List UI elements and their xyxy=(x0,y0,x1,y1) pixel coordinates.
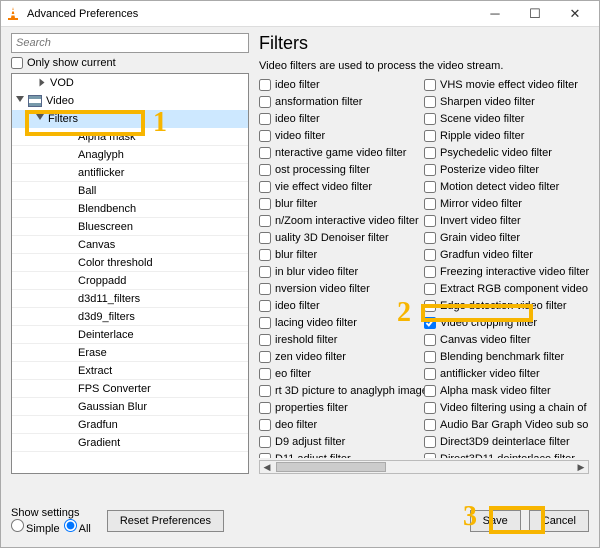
filter-checkbox[interactable]: Gradfun video filter xyxy=(424,246,589,263)
scroll-left-arrow[interactable]: ◀ xyxy=(260,461,274,473)
tree-item[interactable]: d3d9_filters xyxy=(12,308,248,326)
close-button[interactable]: ✕ xyxy=(555,1,595,27)
filter-checkbox[interactable]: ideo filter xyxy=(259,297,424,314)
tree-item[interactable]: Ball xyxy=(12,182,248,200)
tree-item[interactable]: Gradient xyxy=(12,434,248,452)
tree-item[interactable]: Deinterlace xyxy=(12,326,248,344)
filter-checkbox[interactable]: Freezing interactive video filter xyxy=(424,263,589,280)
filter-checkbox[interactable]: Video filtering using a chain of video f… xyxy=(424,399,589,416)
filter-checkbox[interactable]: Video cropping filter xyxy=(424,314,589,331)
save-button[interactable]: Save xyxy=(470,510,521,532)
filter-checkbox[interactable]: Mirror video filter xyxy=(424,195,589,212)
window-title: Advanced Preferences xyxy=(27,8,138,20)
filter-checkbox[interactable]: n/Zoom interactive video filter xyxy=(259,212,424,229)
filter-checkbox[interactable]: video filter xyxy=(259,127,424,144)
filter-checkbox[interactable]: Alpha mask video filter xyxy=(424,382,589,399)
scroll-thumb[interactable] xyxy=(276,462,386,472)
filter-checkbox[interactable]: eo filter xyxy=(259,365,424,382)
tree-item[interactable]: Croppadd xyxy=(12,272,248,290)
filter-checkbox[interactable]: properties filter xyxy=(259,399,424,416)
tree-item-video[interactable]: Video xyxy=(12,92,248,110)
maximize-button[interactable]: ☐ xyxy=(515,1,555,27)
filter-checkbox[interactable]: Direct3D9 deinterlace filter xyxy=(424,433,589,450)
filter-checkbox[interactable]: D9 adjust filter xyxy=(259,433,424,450)
radio-all[interactable]: All xyxy=(64,519,91,535)
filter-checkbox[interactable]: nversion video filter xyxy=(259,280,424,297)
filter-checkbox[interactable]: Scene video filter xyxy=(424,110,589,127)
tree-item[interactable]: Erase xyxy=(12,344,248,362)
tree-item[interactable]: Extract xyxy=(12,362,248,380)
filter-checkbox[interactable]: ost processing filter xyxy=(259,161,424,178)
filter-checkbox[interactable]: D11 adjust filter xyxy=(259,450,424,458)
filter-checkbox[interactable]: Posterize video filter xyxy=(424,161,589,178)
filter-checkbox[interactable]: Psychedelic video filter xyxy=(424,144,589,161)
filter-checkbox[interactable]: Blending benchmark filter xyxy=(424,348,589,365)
only-show-current-checkbox[interactable]: Only show current xyxy=(11,57,249,69)
minimize-button[interactable]: ─ xyxy=(475,1,515,27)
filter-checkbox[interactable]: Canvas video filter xyxy=(424,331,589,348)
vlc-icon xyxy=(5,6,21,22)
filters-list: ideo filteransformation filterideo filte… xyxy=(259,76,589,458)
titlebar: Advanced Preferences ─ ☐ ✕ xyxy=(1,1,599,27)
filter-checkbox[interactable]: zen video filter xyxy=(259,348,424,365)
filter-checkbox[interactable]: ireshold filter xyxy=(259,331,424,348)
filter-checkbox[interactable]: lacing video filter xyxy=(259,314,424,331)
tree-item[interactable]: Anaglyph xyxy=(12,146,248,164)
tree-item[interactable]: Gaussian Blur xyxy=(12,398,248,416)
page-description: Video filters are used to process the vi… xyxy=(259,60,589,72)
filter-checkbox[interactable]: Audio Bar Graph Video sub source xyxy=(424,416,589,433)
reset-preferences-button[interactable]: Reset Preferences xyxy=(107,510,224,532)
tree-item[interactable]: FPS Converter xyxy=(12,380,248,398)
tree-item[interactable]: Color threshold xyxy=(12,254,248,272)
filter-checkbox[interactable]: rt 3D picture to anaglyph image video fi… xyxy=(259,382,424,399)
bottom-bar: Show settings Simple All Reset Preferenc… xyxy=(1,495,599,547)
filter-checkbox[interactable]: blur filter xyxy=(259,195,424,212)
filter-checkbox[interactable]: ideo filter xyxy=(259,110,424,127)
tree-item-vod[interactable]: VOD xyxy=(12,74,248,92)
filter-checkbox[interactable]: deo filter xyxy=(259,416,424,433)
filter-checkbox[interactable]: Edge detection video filter xyxy=(424,297,589,314)
scroll-right-arrow[interactable]: ▶ xyxy=(574,461,588,473)
filter-checkbox[interactable]: Direct3D11 deinterlace filter xyxy=(424,450,589,458)
horizontal-scrollbar[interactable]: ◀ ▶ xyxy=(259,460,589,474)
tree-item[interactable]: Blendbench xyxy=(12,200,248,218)
tree-item[interactable]: Canvas xyxy=(12,236,248,254)
filter-checkbox[interactable]: nteractive game video filter xyxy=(259,144,424,161)
filter-checkbox[interactable]: in blur video filter xyxy=(259,263,424,280)
filter-checkbox[interactable]: vie effect video filter xyxy=(259,178,424,195)
filter-checkbox[interactable]: Ripple video filter xyxy=(424,127,589,144)
search-input[interactable] xyxy=(11,33,249,53)
preferences-tree[interactable]: VOD Video Filters Alpha maskAnaglyphanti… xyxy=(11,73,249,474)
tree-item[interactable]: Gradfun xyxy=(12,416,248,434)
filter-checkbox[interactable]: ideo filter xyxy=(259,76,424,93)
filter-checkbox[interactable]: Invert video filter xyxy=(424,212,589,229)
tree-item[interactable]: d3d11_filters xyxy=(12,290,248,308)
filter-checkbox[interactable]: VHS movie effect video filter xyxy=(424,76,589,93)
tree-item[interactable]: antiflicker xyxy=(12,164,248,182)
tree-item[interactable]: Alpha mask xyxy=(12,128,248,146)
radio-simple[interactable]: Simple xyxy=(11,519,60,535)
page-title: Filters xyxy=(259,33,589,54)
show-settings-label: Show settings xyxy=(11,507,91,519)
filter-checkbox[interactable]: uality 3D Denoiser filter xyxy=(259,229,424,246)
filter-checkbox[interactable]: antiflicker video filter xyxy=(424,365,589,382)
filter-checkbox[interactable]: Grain video filter xyxy=(424,229,589,246)
filter-checkbox[interactable]: ansformation filter xyxy=(259,93,424,110)
filter-checkbox[interactable]: Motion detect video filter xyxy=(424,178,589,195)
tree-item[interactable]: Bluescreen xyxy=(12,218,248,236)
filter-checkbox[interactable]: Sharpen video filter xyxy=(424,93,589,110)
tree-item-filters[interactable]: Filters xyxy=(12,110,248,128)
cancel-button[interactable]: Cancel xyxy=(529,510,589,532)
filter-checkbox[interactable]: Extract RGB component video filter xyxy=(424,280,589,297)
filter-checkbox[interactable]: blur filter xyxy=(259,246,424,263)
film-icon xyxy=(28,95,42,107)
